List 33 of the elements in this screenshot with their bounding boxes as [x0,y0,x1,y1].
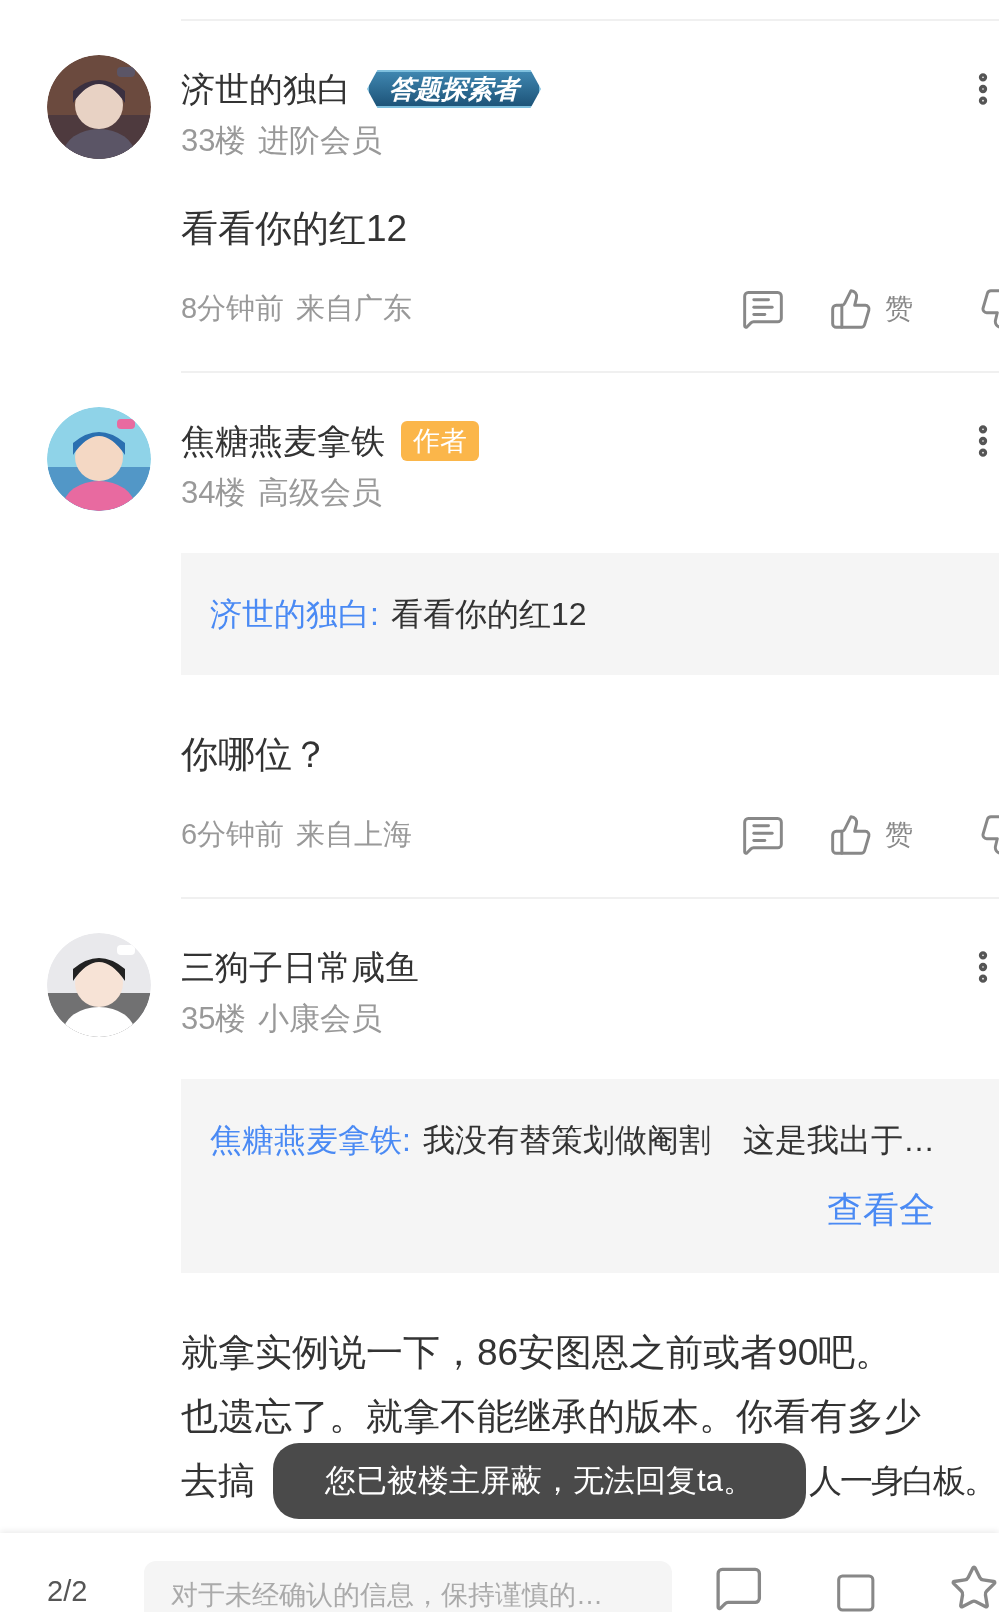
comment-text: 人一身白板。 [809,1461,995,1502]
comment-text: 就拿实例说一下，86安图恩之前或者90吧。 [181,1331,894,1376]
author-badge: 作者 [401,421,479,461]
post-location: 来自上海 [296,817,413,853]
comment-text: 你哪位？ [181,733,330,778]
comment-text: 去搞 [181,1460,255,1502]
post-time: 8分钟前 [181,291,285,327]
like-button[interactable]: 赞 [829,813,913,857]
username[interactable]: 三狗子日常咸鱼 [181,941,419,993]
floor-number: 33楼 [181,121,247,160]
member-level: 高级会员 [258,473,383,512]
floor-number: 35楼 [181,999,247,1038]
post-time: 6分钟前 [181,817,285,853]
username[interactable]: 济世的独白 [181,63,351,115]
quote-text: 看看你的红12 [390,595,587,634]
like-button[interactable]: 赞 [829,287,913,331]
view-all-link[interactable]: 查看全 [827,1183,935,1237]
achievement-badge: 答题探索者 [367,70,541,108]
quote-author[interactable]: 焦糖燕麦拿铁: [210,1116,411,1164]
comment-text: 也遗忘了。就拿不能继承的版本。你看有多少 [181,1395,922,1440]
floor-number: 34楼 [181,473,247,512]
reply-input-field[interactable]: 对于未经确认的信息，保持谨慎的… [144,1560,672,1612]
toast-message: 您已被楼主屏蔽，无法回复ta。 [273,1443,806,1519]
quote-text: 我没有替策划做阉割 这是我出于… [422,1121,935,1160]
thumbs-up-icon [829,287,873,331]
comment-text: 看看你的红12 [181,207,409,252]
post-location: 来自广东 [296,291,413,327]
quote-author[interactable]: 济世的独白: [210,590,379,638]
member-level: 进阶会员 [258,121,383,160]
thumbs-up-icon [829,813,873,857]
username[interactable]: 焦糖燕麦拿铁 [181,415,385,467]
page-indicator: 2/2 [47,1573,89,1609]
member-level: 小康会员 [258,999,383,1038]
